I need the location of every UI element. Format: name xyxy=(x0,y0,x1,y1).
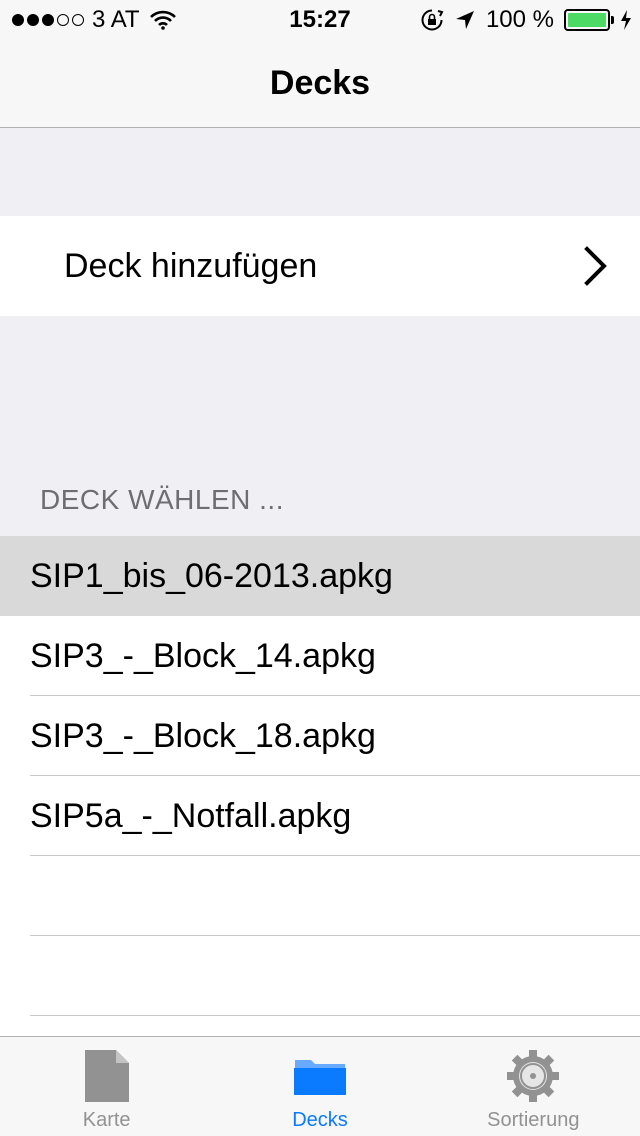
empty-row xyxy=(0,856,640,936)
page-title: Decks xyxy=(269,64,371,102)
battery-percent: 100 % xyxy=(485,6,554,33)
location-arrow-icon xyxy=(455,11,474,29)
charging-bolt-icon xyxy=(621,10,631,30)
deck-list-item[interactable]: SIP3_-_Block_18.apkg xyxy=(0,696,640,776)
deck-item-label: SIP1_bis_06-2013.apkg xyxy=(30,556,393,595)
deck-section-header: DECK WÄHLEN ... xyxy=(40,484,284,515)
deck-list-item[interactable]: SIP3_-_Block_14.apkg xyxy=(0,616,640,696)
deck-item-label: SIP3_-_Block_18.apkg xyxy=(30,716,376,755)
deck-list: SIP1_bis_06-2013.apkg SIP3_-_Block_14.ap… xyxy=(0,536,640,1036)
deck-item-label: SIP3_-_Block_14.apkg xyxy=(30,636,376,675)
empty-row xyxy=(0,1016,640,1036)
top-bar: 3 AT 15:27 100 % Decks xyxy=(0,0,640,128)
deck-list-item[interactable]: SIP5a_-_Notfall.apkg xyxy=(0,776,640,856)
document-icon xyxy=(84,1050,129,1102)
deck-item-label: SIP5a_-_Notfall.apkg xyxy=(30,796,352,835)
add-deck-label: Deck hinzufügen xyxy=(64,246,318,285)
empty-row xyxy=(0,936,640,1016)
add-deck-row[interactable]: Deck hinzufügen xyxy=(0,216,640,316)
tab-bar: Karte Decks Sortierung xyxy=(0,1036,640,1136)
orientation-lock-icon xyxy=(421,9,444,31)
gear-icon xyxy=(507,1050,560,1102)
battery-icon xyxy=(564,9,614,31)
tab-label: Sortierung xyxy=(487,1109,580,1131)
chevron-right-icon xyxy=(584,246,607,286)
tab-decks[interactable]: Decks xyxy=(213,1037,426,1136)
tab-sortierung[interactable]: Sortierung xyxy=(427,1037,640,1136)
tab-karte[interactable]: Karte xyxy=(0,1037,213,1136)
battery-level xyxy=(568,13,606,27)
tab-label: Decks xyxy=(292,1109,348,1131)
folder-icon xyxy=(293,1060,346,1095)
deck-list-item[interactable]: SIP1_bis_06-2013.apkg xyxy=(0,536,640,616)
status-right: 100 % xyxy=(420,6,632,34)
tab-label: Karte xyxy=(82,1109,131,1131)
status-bar: 3 AT 15:27 100 % xyxy=(0,0,640,40)
